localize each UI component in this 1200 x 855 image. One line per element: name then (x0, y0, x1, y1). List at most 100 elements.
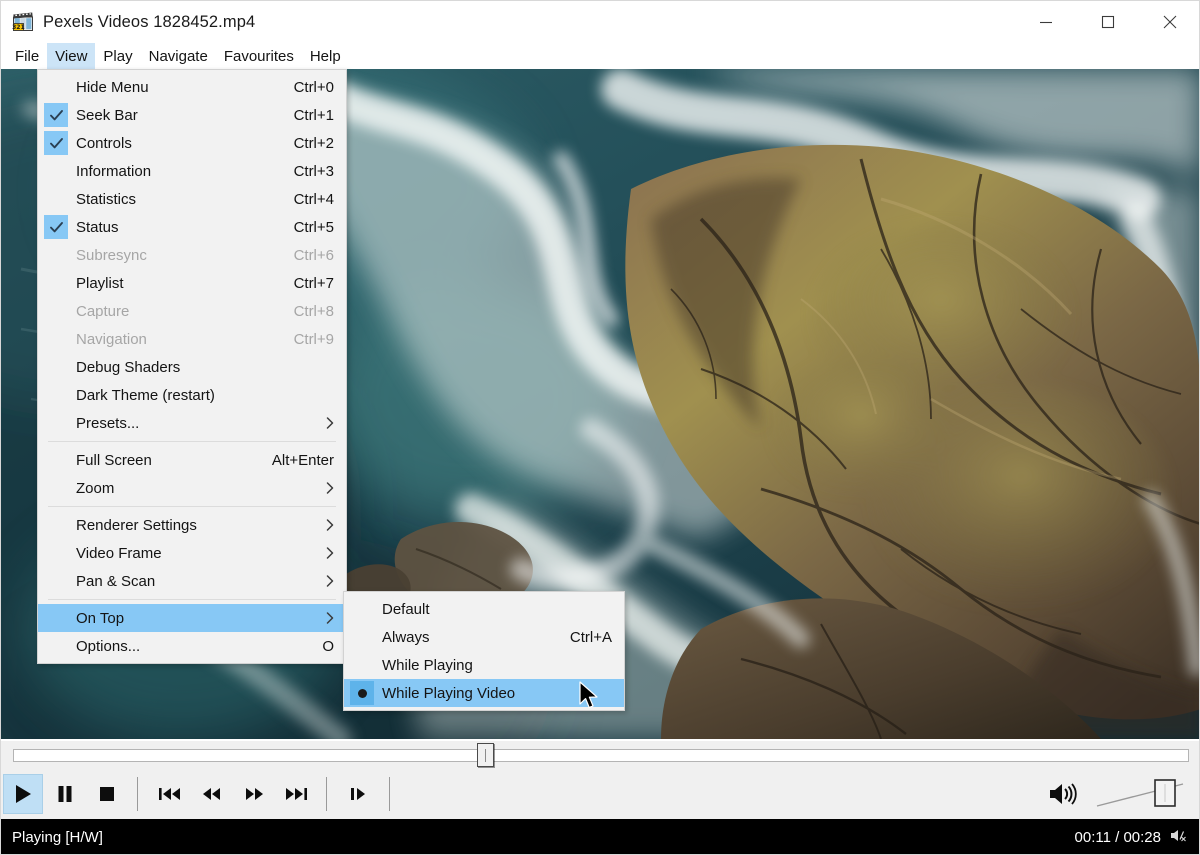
menu-item-accelerator: Alt+Enter (271, 451, 334, 469)
menu-item-capture: Capture Ctrl+8 (38, 297, 346, 325)
menu-item-controls[interactable]: Controls Ctrl+2 (38, 129, 346, 157)
menu-item-video-frame[interactable]: Video Frame (38, 539, 346, 567)
menu-item-accelerator: Ctrl+5 (293, 218, 334, 236)
menu-item-renderer-settings[interactable]: Renderer Settings (38, 511, 346, 539)
menu-item-pan-scan[interactable]: Pan & Scan (38, 567, 346, 595)
status-text: Playing [H/W] (12, 829, 103, 846)
menubar-item-help[interactable]: Help (302, 43, 349, 69)
menubar-item-label: Favourites (223, 47, 294, 65)
radio-selected-icon (350, 681, 374, 705)
fast-forward-button[interactable] (234, 774, 274, 814)
chevron-right-icon (326, 547, 334, 559)
menu-item-accelerator: Ctrl+8 (293, 302, 334, 320)
menu-item-status[interactable]: Status Ctrl+5 (38, 213, 346, 241)
control-bar (1, 769, 1199, 819)
time-display: 00:11 / 00:28 (1074, 829, 1161, 846)
menu-item-label: Controls (76, 134, 132, 152)
menubar-item-label: View (55, 47, 88, 65)
menu-separator (48, 599, 336, 600)
menu-item-label: Default (382, 600, 430, 618)
chevron-right-icon (326, 575, 334, 587)
mouse-cursor (579, 681, 601, 718)
menu-item-label: Status (76, 218, 119, 236)
chevron-right-icon (326, 519, 334, 531)
menu-item-statistics[interactable]: Statistics Ctrl+4 (38, 185, 346, 213)
menubar-item-view[interactable]: View (47, 43, 96, 69)
maximize-button[interactable] (1077, 1, 1139, 43)
status-bar: Playing [H/W] 00:11 / 00:28 (1, 819, 1199, 854)
rewind-button[interactable] (192, 774, 232, 814)
menu-item-navigation: Navigation Ctrl+9 (38, 325, 346, 353)
seek-bar-thumb[interactable] (476, 743, 494, 767)
menu-item-dark-theme-restart[interactable]: Dark Theme (restart) (38, 381, 346, 409)
menu-item-accelerator: Ctrl+7 (293, 274, 334, 292)
checkmark-icon (44, 215, 68, 239)
skip-forward-button[interactable] (276, 774, 316, 814)
menubar-item-play[interactable]: Play (95, 43, 140, 69)
frame-step-button[interactable] (339, 774, 379, 814)
svg-text:321: 321 (12, 24, 25, 31)
menubar-item-label: Help (309, 47, 341, 65)
window-title: Pexels Videos 1828452.mp4 (43, 12, 256, 31)
menu-item-label: Presets... (76, 414, 140, 432)
menu-item-seek-bar[interactable]: Seek Bar Ctrl+1 (38, 101, 346, 129)
menu-item-presets[interactable]: Presets... (38, 409, 346, 437)
menu-item-accelerator: Ctrl+2 (293, 134, 334, 152)
menu-item-label: Navigation (76, 330, 147, 348)
menu-separator (48, 506, 336, 507)
close-button[interactable] (1139, 1, 1199, 43)
menubar-item-navigate[interactable]: Navigate (141, 43, 216, 69)
title-bar[interactable]: 321 Pexels Videos 1828452.mp4 (1, 1, 1199, 43)
seek-bar-track[interactable] (13, 749, 1189, 762)
menu-item-accelerator: Ctrl+1 (293, 106, 334, 124)
speaker-icon[interactable] (1043, 774, 1083, 814)
menu-item-subresync: Subresync Ctrl+6 (38, 241, 346, 269)
control-separator-1 (137, 777, 138, 811)
volume-zone (1041, 774, 1199, 814)
checkmark-icon (44, 131, 68, 155)
seek-bar-container[interactable] (1, 741, 1199, 769)
menu-item-label: Statistics (76, 190, 137, 208)
menu-item-label: Seek Bar (76, 106, 138, 124)
menubar-item-file[interactable]: File (7, 43, 47, 69)
menu-item-label: Options... (76, 637, 141, 655)
menu-item-hide-menu[interactable]: Hide Menu Ctrl+0 (38, 73, 346, 101)
menu-item-label: Playlist (76, 274, 124, 292)
menu-item-debug-shaders[interactable]: Debug Shaders (38, 353, 346, 381)
menu-item-label: Pan & Scan (76, 572, 156, 590)
pause-button[interactable] (45, 774, 85, 814)
view-menu-popup: Hide Menu Ctrl+0 Seek Bar Ctrl+1 Controls Ctr… (37, 69, 347, 664)
menubar-item-favourites[interactable]: Favourites (216, 43, 302, 69)
volume-slider[interactable] (1095, 774, 1187, 814)
menu-item-playlist[interactable]: Playlist Ctrl+7 (38, 269, 346, 297)
skip-back-button[interactable] (150, 774, 190, 814)
window-controls (1015, 1, 1199, 43)
control-separator-2 (326, 777, 327, 811)
menu-item-on-top[interactable]: On Top (38, 604, 346, 632)
mpc-hc-player-window: 321 Pexels Videos 1828452.mp4 File View … (0, 0, 1200, 855)
menu-item-accelerator: Ctrl+3 (293, 162, 334, 180)
menu-item-label: Full Screen (76, 451, 152, 469)
menu-item-information[interactable]: Information Ctrl+3 (38, 157, 346, 185)
menu-item-label: Always (382, 628, 430, 646)
menu-item-accelerator: Ctrl+A (569, 628, 612, 646)
menu-item-zoom[interactable]: Zoom (38, 474, 346, 502)
chevron-right-icon (326, 612, 334, 624)
menu-item-accelerator: O (322, 637, 334, 655)
menu-item-accelerator: Ctrl+9 (293, 330, 334, 348)
menu-item-options[interactable]: Options... O (38, 632, 346, 660)
play-button[interactable] (3, 774, 43, 814)
menu-item-label: Capture (76, 302, 130, 320)
menu-item-label: While Playing (382, 656, 473, 674)
chevron-right-icon (326, 417, 334, 429)
minimize-button[interactable] (1015, 1, 1077, 43)
menu-item-always[interactable]: Always Ctrl+A (344, 623, 624, 651)
status-right-group: 00:11 / 00:28 (1074, 828, 1199, 847)
menu-item-default[interactable]: Default (344, 595, 624, 623)
menu-item-accelerator: Ctrl+0 (293, 78, 334, 96)
stop-button[interactable] (87, 774, 127, 814)
control-separator-3 (389, 777, 390, 811)
menu-item-full-screen[interactable]: Full Screen Alt+Enter (38, 446, 346, 474)
chevron-right-icon (326, 482, 334, 494)
menu-item-while-playing[interactable]: While Playing (344, 651, 624, 679)
